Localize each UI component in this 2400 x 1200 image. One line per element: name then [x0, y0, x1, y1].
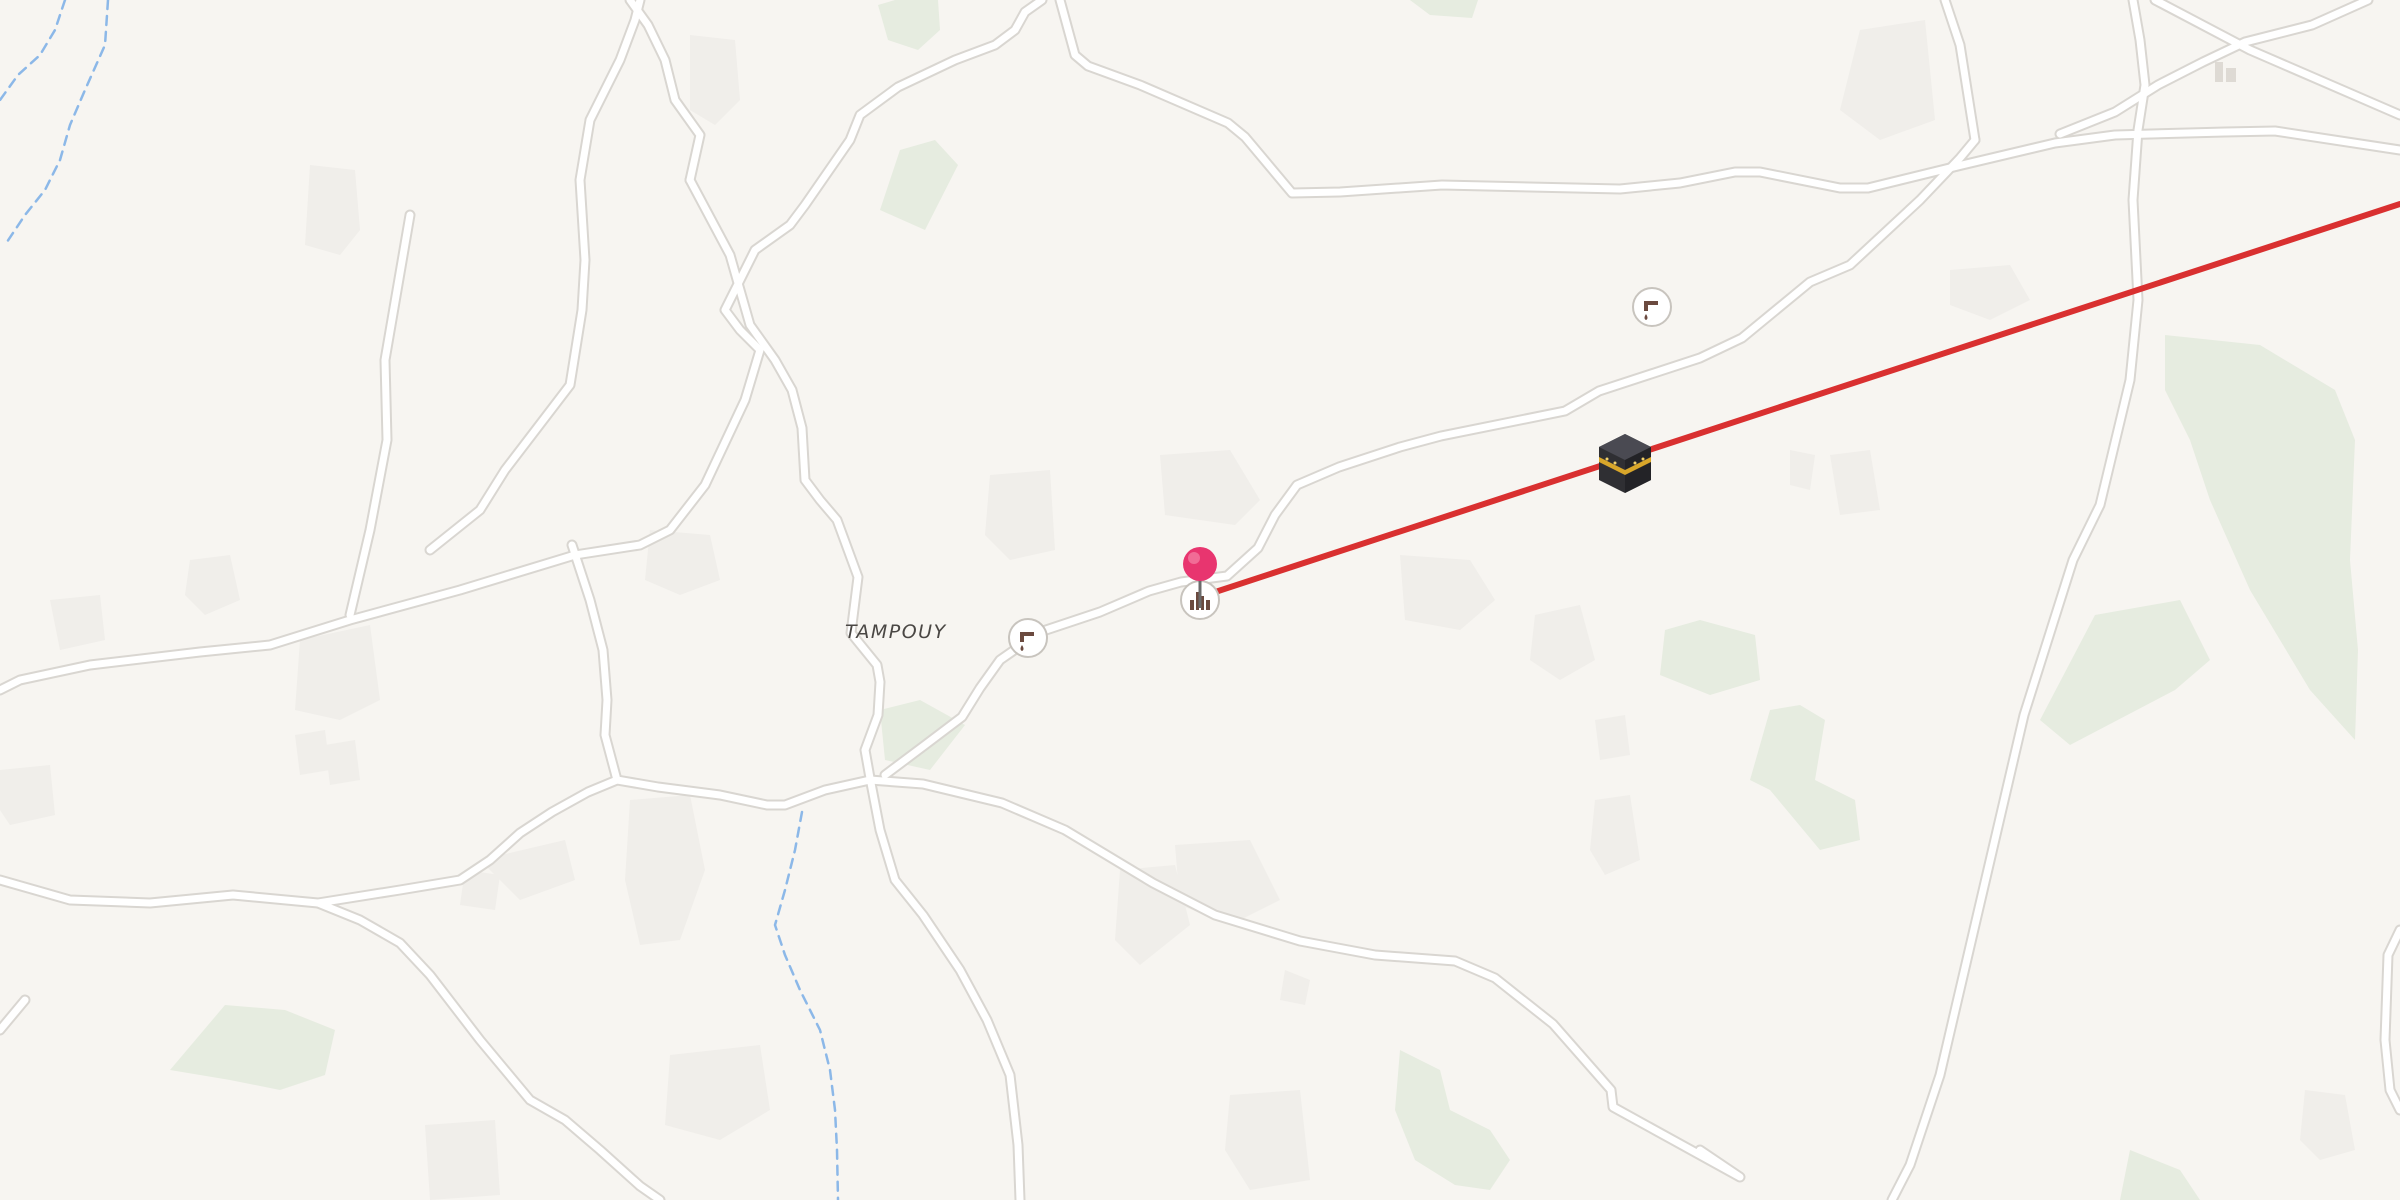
- water-tap-icon[interactable]: [1632, 287, 1672, 327]
- place-label: TAMPOUY: [845, 621, 947, 643]
- building-area: [325, 740, 360, 785]
- building-area: [0, 765, 55, 825]
- map-layer: [0, 0, 2400, 1200]
- building-area: [1595, 715, 1630, 760]
- water-tap-icon[interactable]: [1008, 618, 1048, 658]
- building-area: [295, 625, 380, 720]
- building-area: [425, 1120, 500, 1200]
- map-canvas[interactable]: TAMPOUY: [0, 0, 2400, 1200]
- building-area: [295, 730, 330, 775]
